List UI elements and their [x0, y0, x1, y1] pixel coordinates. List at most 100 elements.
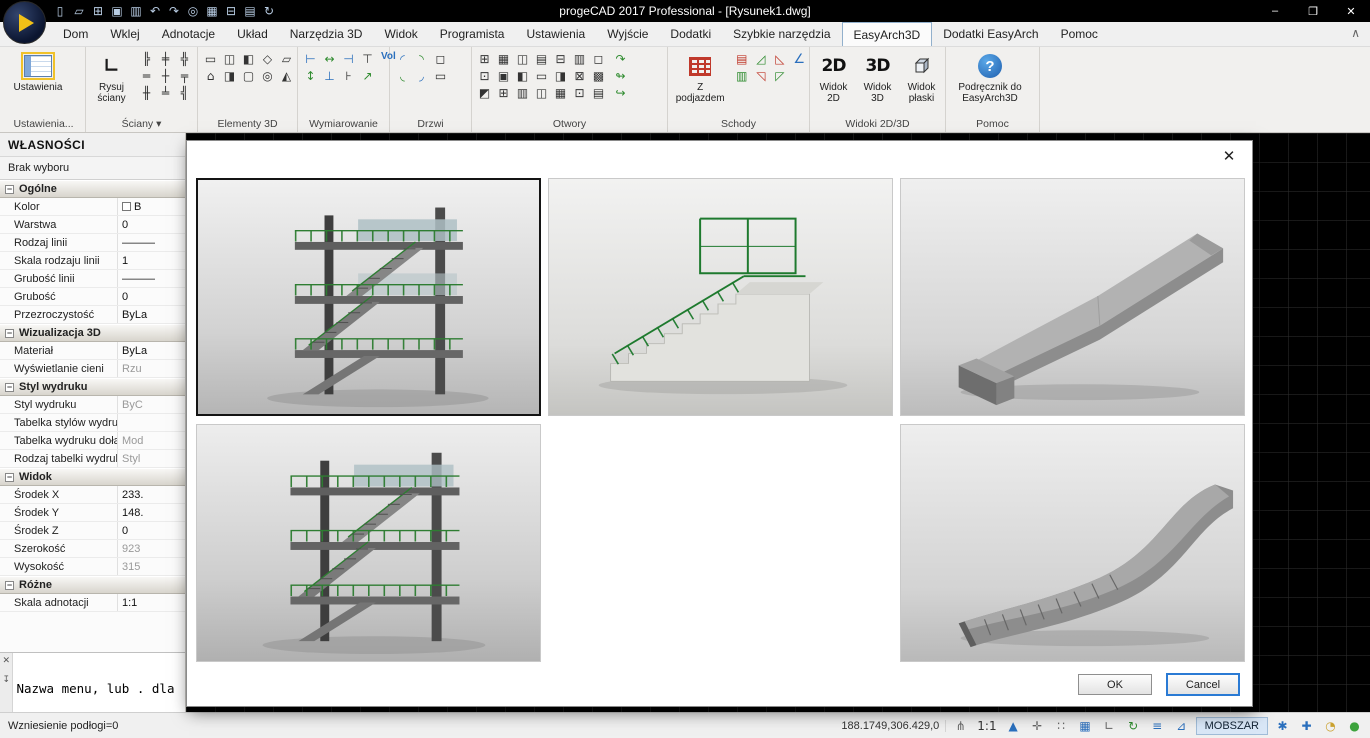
element3d-tool-icon[interactable]: ◧: [240, 51, 257, 67]
group-label-schody[interactable]: Schody: [668, 117, 809, 132]
element3d-tool-icon[interactable]: ◫: [221, 51, 238, 67]
ready-indicator-icon[interactable]: ●: [1347, 719, 1362, 733]
progecad-logo[interactable]: [3, 1, 46, 44]
opening-tool-icon[interactable]: ▣: [495, 68, 512, 84]
property-row-szerokosc[interactable]: Szerokość 923: [0, 540, 185, 558]
wall-tool-icon[interactable]: ┼: [157, 68, 174, 84]
element3d-tool-icon[interactable]: ⌂: [202, 68, 219, 84]
ustawienia-button[interactable]: Ustawienia: [6, 51, 70, 93]
section-header-styl-wydruku[interactable]: − Styl wydruku: [0, 378, 185, 396]
opening-tool-icon[interactable]: ◩: [476, 85, 493, 101]
section-header-rozne[interactable]: − Różne: [0, 576, 185, 594]
annotation-scale-icon[interactable]: ◔: [1323, 719, 1338, 733]
wall-tool-icon[interactable]: ╧: [157, 85, 174, 101]
opening-tool-icon[interactable]: ◫: [533, 85, 550, 101]
arc-opening-icon[interactable]: ↷: [612, 51, 629, 67]
tab-easyarch3d[interactable]: EasyArch3D: [842, 22, 933, 46]
collapse-icon[interactable]: −: [5, 581, 14, 590]
dimension-tool-icon[interactable]: ⊢: [302, 51, 319, 67]
cancel-button[interactable]: Cancel: [1166, 673, 1240, 696]
stair-straight-icon[interactable]: ▤: [733, 51, 750, 67]
wall-tool-icon[interactable]: ═: [138, 68, 155, 84]
element3d-tool-icon[interactable]: ◭: [278, 68, 295, 84]
tab-adnotacje[interactable]: Adnotacje: [151, 22, 226, 46]
property-row-tabelka-stylow[interactable]: Tabelka stylów wydruku: [0, 414, 185, 432]
section-header-widok[interactable]: − Widok: [0, 468, 185, 486]
group-label-otwory[interactable]: Otwory: [472, 117, 667, 132]
group-label-drzwi[interactable]: Drzwi: [390, 117, 471, 132]
close-button[interactable]: ✕: [1332, 0, 1370, 22]
dimension-tool-icon[interactable]: ⊥: [321, 68, 338, 84]
dynamic-input-icon[interactable]: ⊿: [1174, 719, 1189, 733]
print-icon[interactable]: ▦: [204, 4, 220, 18]
viewport-scale-label[interactable]: 1:1: [977, 719, 996, 733]
property-row-srodek-z[interactable]: Środek Z 0: [0, 522, 185, 540]
plot-preview-icon[interactable]: ⊟: [223, 4, 239, 18]
element3d-tool-icon[interactable]: ▭: [202, 51, 219, 67]
mobszar-toggle[interactable]: MOBSZAR: [1196, 717, 1268, 735]
collapse-icon[interactable]: −: [5, 185, 14, 194]
opening-tool-icon[interactable]: ⊡: [476, 68, 493, 84]
stair-preview-l-shaped[interactable]: [548, 178, 893, 416]
property-row-skala-adnotacji[interactable]: Skala adnotacji 1:1: [0, 594, 185, 612]
rysuj-sciany-button[interactable]: ∟ Rysuj ściany: [90, 51, 133, 104]
tab-narzedzia-3d[interactable]: Narzędzia 3D: [279, 22, 374, 46]
opening-tool-icon[interactable]: ⊡: [571, 85, 588, 101]
ortho-icon[interactable]: ∟: [1102, 719, 1117, 733]
minimize-button[interactable]: –: [1256, 0, 1294, 22]
tab-programista[interactable]: Programista: [429, 22, 516, 46]
property-row-tabelka-wydruku[interactable]: Tabelka wydruku dołąc... Mod: [0, 432, 185, 450]
opening-tool-icon[interactable]: ◻: [590, 51, 607, 67]
sheet-icon[interactable]: ▤: [242, 4, 258, 18]
stair-preview-ramp[interactable]: [900, 178, 1245, 416]
tab-dom[interactable]: Dom: [52, 22, 99, 46]
door-tool-icon[interactable]: ◜: [394, 51, 411, 67]
property-row-skala-rodzaju-linii[interactable]: Skala rodzaju linii 1: [0, 252, 185, 270]
widok-2d-button[interactable]: 2D Widok 2D: [814, 51, 853, 104]
property-row-material[interactable]: Materiał ByLa: [0, 342, 185, 360]
dimension-tool-icon[interactable]: ↕: [302, 68, 319, 84]
opening-tool-icon[interactable]: ⊞: [495, 85, 512, 101]
slope-tool-icon[interactable]: ∠: [793, 51, 805, 67]
new-file-icon[interactable]: ▯: [52, 4, 68, 18]
widok-3d-button[interactable]: 3D Widok 3D: [858, 51, 897, 104]
group-label-sciany[interactable]: Ściany ▾: [86, 117, 197, 132]
pin-icon[interactable]: ↧: [2, 674, 10, 685]
opening-tool-icon[interactable]: ◨: [552, 68, 569, 84]
find-icon[interactable]: ◎: [185, 4, 201, 18]
wall-tool-icon[interactable]: ╫: [138, 85, 155, 101]
property-row-grubosc-linii[interactable]: Grubość linii ———: [0, 270, 185, 288]
wall-tool-icon[interactable]: ╤: [176, 68, 193, 84]
property-row-cienie[interactable]: Wyświetlanie cieni Rzu: [0, 360, 185, 378]
section-header-wizualizacja[interactable]: − Wizualizacja 3D: [0, 324, 185, 342]
door-tool-icon[interactable]: ◟: [394, 68, 411, 84]
property-row-rodzaj-linii[interactable]: Rodzaj linii ———: [0, 234, 185, 252]
stair-l-icon[interactable]: ◿: [752, 51, 769, 67]
opening-tool-icon[interactable]: ▥: [571, 51, 588, 67]
stair-preview-curved[interactable]: [900, 424, 1245, 662]
save-all-icon[interactable]: ▥: [128, 4, 144, 18]
opening-tool-icon[interactable]: ▭: [533, 68, 550, 84]
property-row-srodek-x[interactable]: Środek X 233.: [0, 486, 185, 504]
property-row-grubosc[interactable]: Grubość 0: [0, 288, 185, 306]
door-tool-icon[interactable]: ◞: [413, 68, 430, 84]
collapse-icon[interactable]: −: [5, 329, 14, 338]
property-row-kolor[interactable]: Kolor B: [0, 198, 185, 216]
command-history[interactable]: Nazwa menu, lub . dla EasyArch został na…: [13, 653, 185, 712]
door-tool-icon[interactable]: ◝: [413, 51, 430, 67]
tab-ustawienia[interactable]: Ustawienia: [515, 22, 596, 46]
redo-icon[interactable]: ↷: [166, 4, 182, 18]
property-row-przezroczystosc[interactable]: Przezroczystość ByLa: [0, 306, 185, 324]
tab-szybkie-narzedzia[interactable]: Szybkie narzędzia: [722, 22, 841, 46]
dimension-tool-icon[interactable]: ⊣: [340, 51, 357, 67]
esnap-marker-icon[interactable]: ⋔: [953, 719, 968, 733]
opening-tool-icon[interactable]: ▤: [590, 85, 607, 101]
podrecznik-button[interactable]: ? Podręcznik do EasyArch3D: [950, 51, 1030, 104]
dialog-close-icon[interactable]: ✕: [1218, 147, 1240, 167]
group-label-widoki[interactable]: Widoki 2D/3D: [810, 117, 945, 132]
opening-tool-icon[interactable]: ◧: [514, 68, 531, 84]
property-row-rodzaj-tabelki[interactable]: Rodzaj tabelki wydruku Styl: [0, 450, 185, 468]
group-label-ustawienia[interactable]: Ustawienia...: [2, 117, 85, 132]
tab-widok[interactable]: Widok: [373, 22, 428, 46]
close-icon[interactable]: ✕: [2, 655, 10, 666]
